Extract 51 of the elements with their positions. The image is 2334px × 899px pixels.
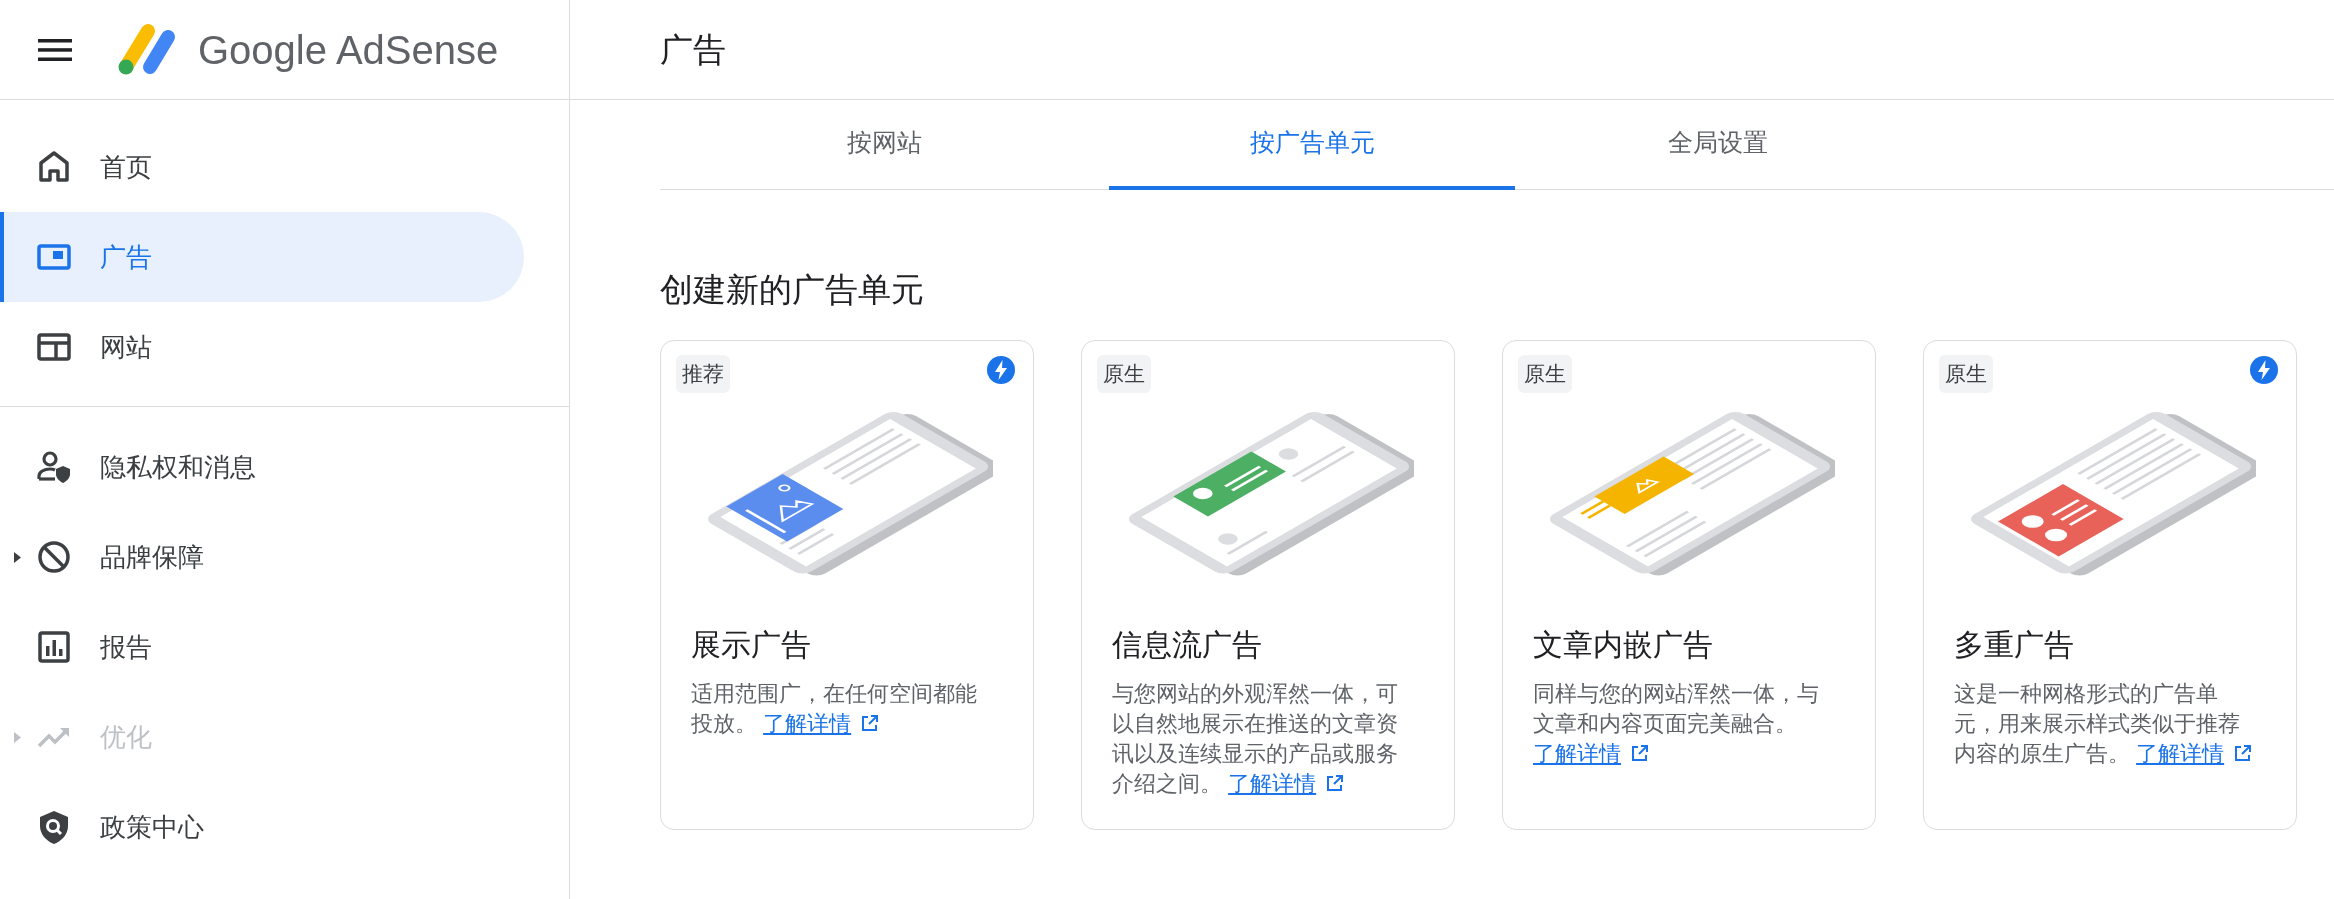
ad-unit-card[interactable]: 原生 文章内嵌广告 同样与您的网站浑然一体，与文章和内容页面完美融合。 了解详情 — [1502, 340, 1876, 830]
sidebar-item[interactable]: 政策中心 — [0, 782, 524, 872]
tab[interactable]: 按广告单元 — [1109, 100, 1515, 190]
card-title: 信息流广告 — [1112, 627, 1263, 663]
sidebar-item[interactable]: 广告 — [0, 212, 524, 302]
card-tag: 推荐 — [676, 355, 730, 393]
learn-more-link[interactable]: 了解详情 — [1533, 741, 1621, 766]
sidebar-item[interactable]: 网站 — [0, 302, 524, 392]
tab[interactable]: 按网站 — [660, 100, 1109, 190]
sidebar-item[interactable]: 报告 — [0, 602, 524, 692]
sidebar-item[interactable]: 首页 — [0, 122, 524, 212]
external-link-icon[interactable] — [1326, 775, 1344, 792]
card-description: 与您网站的外观浑然一体，可以自然地展示在推送的文章资讯以及连续显示的产品或服务介绍之间。 了解详情 — [1112, 680, 1399, 798]
learn-more-link[interactable]: 了解详情 — [763, 711, 852, 736]
card-tag: 原生 — [1518, 355, 1572, 393]
card-tag: 原生 — [1097, 355, 1151, 393]
sidebar-label: 优化 — [100, 720, 152, 754]
bar-chart-icon — [36, 629, 72, 665]
menu-icon[interactable] — [38, 37, 72, 62]
sidebar-label: 政策中心 — [100, 810, 204, 844]
external-link-icon[interactable] — [1631, 745, 1648, 762]
sidebar-item[interactable]: 隐私权和消息 — [0, 422, 524, 512]
ad-unit-card[interactable]: 原生 多重广告 这是一种网格形式的广告单元，用来展示样式类似于推荐内容的原生广告。 了解详情 — [1923, 340, 2297, 830]
tab[interactable]: 全局设置 — [1515, 100, 1921, 190]
sidebar-item[interactable]: 品牌保障 — [0, 512, 524, 602]
card-tag: 原生 — [1939, 355, 1993, 393]
sidebar-label: 报告 — [100, 630, 152, 664]
sidebar-label: 网站 — [100, 330, 152, 364]
section-heading: 创建新的广告单元 — [660, 270, 925, 310]
card-title: 多重广告 — [1954, 627, 2075, 663]
sidebar-label: 广告 — [100, 240, 152, 274]
external-link-icon[interactable] — [2234, 745, 2252, 762]
sidebar-label: 首页 — [100, 150, 152, 184]
person-shield-icon — [36, 449, 72, 485]
page-title: 广告 — [660, 29, 726, 70]
external-link-icon[interactable] — [861, 715, 879, 732]
block-icon — [36, 539, 72, 575]
ad-unit-card[interactable]: 推荐 展示广告 适用范围广，在任何空间都能投放。 了解详情 — [660, 340, 1034, 830]
sidebar-label: 品牌保障 — [100, 540, 204, 574]
learn-more-link[interactable]: 了解详情 — [2136, 741, 2225, 766]
card-title: 文章内嵌广告 — [1533, 627, 1714, 663]
expand-caret-icon[interactable] — [14, 552, 21, 563]
card-description: 这是一种网格形式的广告单元，用来展示样式类似于推荐内容的原生广告。 了解详情 — [1954, 679, 2257, 769]
card-description: 适用范围广，在任何空间都能投放。 了解详情 — [691, 680, 978, 738]
ad-unit-card[interactable]: 原生 信息流广告 与您网站的外观浑然一体，可以自然地展示在推送的文章资讯以及连续显示的产品或服务介绍之间。 了解详情 — [1081, 340, 1455, 830]
home-icon — [36, 149, 72, 185]
learn-more-link[interactable]: 了解详情 — [1228, 771, 1317, 796]
sidebar-label: 隐私权和消息 — [100, 450, 256, 484]
card-title: 展示广告 — [691, 627, 812, 663]
card-description: 同样与您的网站浑然一体，与文章和内容页面完美融合。 了解详情 — [1533, 680, 1820, 768]
product-name: Google AdSense — [198, 26, 499, 74]
